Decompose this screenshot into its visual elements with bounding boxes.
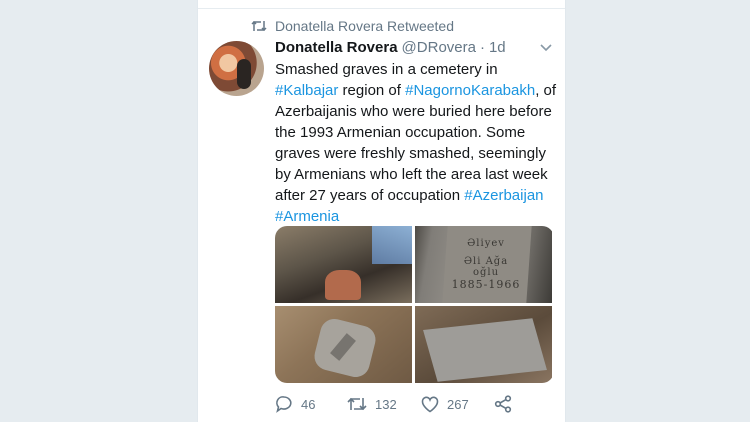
author-handle[interactable]: @DRovera (402, 39, 476, 57)
like-button[interactable]: 267 (421, 396, 494, 413)
tweet-time[interactable]: 1d (489, 39, 506, 57)
reply-button[interactable]: 46 (275, 395, 347, 413)
retweet-icon (347, 395, 367, 413)
hashtag-link[interactable]: #NagornoKarabakh (405, 82, 535, 99)
photo-text-3: 1885-1966 (451, 278, 521, 291)
photo-1[interactable] (275, 226, 412, 303)
tweet-header: Donatella Rovera @DRovera · 1d (275, 39, 553, 57)
hashtag-link[interactable]: #Azerbaijan (464, 187, 543, 204)
reply-icon (275, 395, 293, 413)
share-button[interactable] (494, 395, 512, 413)
photo-2[interactable]: Əliyev Əli Ağa oğlu 1885-1966 (415, 226, 552, 303)
retweet-count: 132 (375, 396, 397, 412)
retweet-icon (251, 19, 267, 33)
tweet-text-segment: , of Azerbaijanis who were buried here b… (275, 82, 557, 204)
photo-text-2: Əli Ağa oğlu (463, 256, 509, 278)
media-grid[interactable]: Əliyev Əli Ağa oğlu 1885-1966 (275, 226, 554, 383)
chevron-down-icon[interactable] (539, 40, 553, 59)
action-bar: 46 132 267 (275, 394, 535, 414)
photo-4[interactable] (415, 306, 552, 383)
like-icon (421, 396, 439, 413)
reply-count: 46 (301, 396, 316, 412)
like-count: 267 (447, 396, 469, 412)
avatar[interactable] (209, 41, 264, 96)
separator-dot: · (479, 39, 485, 56)
retweet-button[interactable]: 132 (347, 395, 421, 413)
tweet-text-segment: Smashed graves in a cemetery in (275, 61, 498, 78)
share-icon (494, 395, 512, 413)
photo-text-1: Əliyev (467, 238, 505, 249)
tweet-card[interactable]: Donatella Rovera Retweeted Donatella Rov… (197, 0, 566, 422)
retweet-notice: Donatella Rovera Retweeted (251, 17, 454, 35)
hashtag-link[interactable]: #Armenia (275, 208, 339, 225)
author-name[interactable]: Donatella Rovera (275, 39, 398, 57)
divider (198, 8, 565, 9)
hashtag-link[interactable]: #Kalbajar (275, 82, 338, 99)
tweet-text-segment: region of (338, 82, 406, 99)
retweet-notice-text[interactable]: Donatella Rovera Retweeted (275, 18, 454, 34)
tweet-text: Smashed graves in a cemetery in #Kalbaja… (275, 59, 559, 227)
photo-3[interactable] (275, 306, 412, 383)
